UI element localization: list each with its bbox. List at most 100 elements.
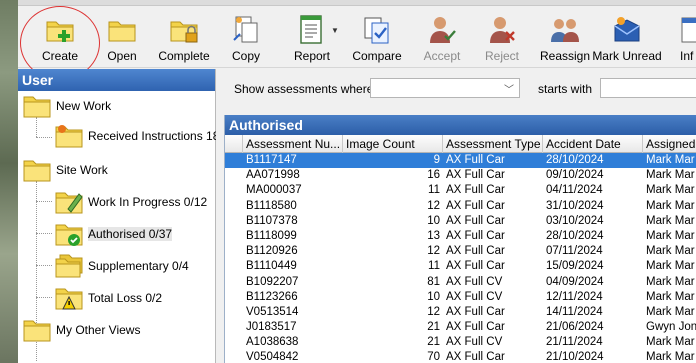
table-row[interactable]: B1092207 81 AX Full CV 04/09/2024 Mark Mar — [225, 275, 696, 290]
table-cell: 04/09/2024 — [546, 275, 604, 288]
toolbar: Create Open Complete Copy Report ▼ Compa… — [18, 6, 696, 80]
table-cell: 28/10/2024 — [546, 154, 604, 166]
open-button[interactable]: Open — [102, 14, 142, 68]
tree-item-new-work[interactable]: New Work — [22, 93, 111, 119]
table-cell: AX Full CV — [446, 336, 503, 349]
table-cell: B1118099 — [246, 229, 297, 242]
table-cell: A1038638 — [246, 336, 299, 349]
table-cell: 11 — [428, 184, 440, 197]
tree-item-supplementary[interactable]: Supplementary 0/4 — [54, 253, 189, 279]
reject-button[interactable]: Reject — [482, 14, 522, 68]
table-row[interactable]: A1038638 21 AX Full CV 21/11/2024 Mark Mar — [225, 335, 696, 350]
grid-column-headers: Assessment Nu... Image Count Assessment … — [225, 135, 696, 153]
table-cell: AX Full Car — [446, 351, 505, 363]
table-row[interactable]: B1107378 10 AX Full Car 03/10/2024 Mark Mar — [225, 214, 696, 229]
reject-label: Reject — [484, 49, 519, 63]
mark-unread-label: Mark Unread — [592, 49, 662, 63]
table-cell: Mark Mar — [646, 214, 695, 227]
table-cell: 21/06/2024 — [546, 321, 604, 334]
table-cell: 11 — [428, 260, 440, 273]
table-row[interactable]: B1118580 12 AX Full Car 31/10/2024 Mark Mar — [225, 199, 696, 214]
compare-icon — [364, 17, 389, 44]
mark-unread-button[interactable]: Mark Unread — [592, 14, 662, 68]
user-tree-panel: User New Work Received Instructions 18/:… — [18, 69, 216, 363]
tree-item-site-work[interactable]: Site Work — [22, 157, 108, 183]
table-cell: 16 — [427, 169, 440, 182]
table-cell: AX Full Car — [446, 214, 505, 227]
desktop-background — [0, 0, 18, 363]
table-row[interactable]: B1123266 10 AX Full CV 12/11/2024 Mark Mar — [225, 290, 696, 305]
table-cell: Mark Mar — [646, 184, 695, 197]
table-cell: 09/10/2024 — [546, 169, 604, 182]
create-label: Create — [41, 49, 79, 63]
table-row[interactable]: B1110449 11 AX Full Car 15/09/2024 Mark Mar — [225, 259, 696, 274]
table-row[interactable]: J0183517 21 AX Full Car 21/06/2024 Gwyn Jon — [225, 320, 696, 335]
report-label: Report — [293, 49, 331, 63]
table-row[interactable]: MA000037 11 AX Full Car 04/11/2024 Mark Mar — [225, 183, 696, 198]
tree-item-total-loss[interactable]: Total Loss 0/2 — [54, 285, 162, 311]
tree-item-authorised[interactable]: Authorised 0/37 — [54, 221, 173, 247]
table-row[interactable]: B1117147 9 AX Full Car 28/10/2024 Mark Mar — [225, 153, 696, 169]
chevron-down-icon: ﹀ — [504, 85, 514, 96]
complete-button[interactable]: Complete — [156, 14, 212, 68]
table-cell: 12/11/2024 — [546, 290, 603, 303]
table-cell: 70 — [427, 351, 440, 363]
report-button[interactable]: Report — [290, 14, 334, 68]
user-accept-icon — [430, 17, 456, 43]
table-cell: AX Full CV — [446, 275, 503, 288]
tree-item-my-other-views[interactable]: My Other Views — [22, 317, 140, 343]
table-cell: AA071998 — [246, 169, 300, 182]
table-row[interactable]: B1118099 13 AX Full Car 28/10/2024 Mark Mar — [225, 229, 696, 244]
starts-with-input[interactable] — [600, 78, 696, 98]
column-image-count[interactable]: Image Count — [343, 135, 443, 153]
report-icon — [300, 15, 322, 44]
table-row[interactable]: V0513514 12 AX Full Car 14/11/2024 Mark Mar — [225, 305, 696, 320]
table-cell: 12 — [427, 245, 440, 258]
table-cell: 21 — [427, 321, 440, 334]
table-cell: B1092207 — [246, 275, 299, 288]
copy-button[interactable]: Copy — [228, 14, 264, 68]
filter-field-select[interactable]: ﹀ — [370, 78, 520, 98]
info-button[interactable]: Inf — [676, 14, 696, 68]
tree-item-received-instructions[interactable]: Received Instructions 18/: — [54, 123, 216, 149]
info-label: Inf — [680, 49, 694, 63]
mark-unread-icon — [614, 17, 640, 42]
table-cell: AX Full Car — [446, 184, 505, 197]
table-cell: Mark Mar — [646, 229, 695, 242]
table-cell: AX Full Car — [446, 199, 505, 212]
table-cell: 10 — [427, 214, 440, 227]
table-cell: B1117147 — [246, 154, 297, 166]
table-row[interactable]: AA071998 16 AX Full Car 09/10/2024 Mark Mar — [225, 168, 696, 183]
table-cell: AX Full Car — [446, 154, 505, 166]
report-dropdown-icon[interactable]: ▼ — [331, 26, 339, 35]
reassign-label: Reassign — [540, 49, 591, 63]
folder-add-icon — [46, 21, 74, 42]
table-cell: B1110449 — [246, 260, 297, 273]
table-cell: 21/11/2024 — [546, 336, 603, 349]
table-cell: B1123266 — [246, 290, 298, 303]
table-cell: Gwyn Jon — [646, 321, 696, 334]
folder-stack-icon — [55, 254, 83, 278]
table-cell: 10 — [427, 290, 440, 303]
copy-icon — [233, 16, 258, 43]
show-assessments-label: Show assessments where — [234, 82, 374, 96]
create-button[interactable]: Create — [38, 14, 82, 68]
folder-warning-icon — [55, 288, 83, 310]
column-assigned[interactable]: Assigned — [643, 135, 696, 153]
user-panel-header: User — [18, 69, 215, 91]
column-assessment-number[interactable]: Assessment Nu... — [243, 135, 343, 153]
table-row[interactable]: B1120926 12 AX Full Car 07/11/2024 Mark Mar — [225, 244, 696, 259]
folder-star-icon — [55, 125, 83, 148]
tree-item-work-in-progress[interactable]: Work In Progress 0/12 — [54, 189, 207, 215]
column-assessment-type[interactable]: Assessment Type — [443, 135, 543, 153]
column-accident-date[interactable]: Accident Date — [543, 135, 643, 153]
reassign-button[interactable]: Reassign — [540, 14, 590, 68]
compare-button[interactable]: Compare — [352, 14, 402, 68]
table-cell: B1118580 — [246, 199, 297, 212]
table-cell: Mark Mar — [646, 169, 695, 182]
table-cell: J0183517 — [246, 321, 297, 334]
table-cell: 12 — [427, 305, 440, 318]
table-row[interactable]: V0504842 70 AX Full Car 21/10/2024 Mark Mar — [225, 350, 696, 363]
accept-button[interactable]: Accept — [420, 14, 464, 68]
user-reject-icon — [490, 17, 515, 43]
